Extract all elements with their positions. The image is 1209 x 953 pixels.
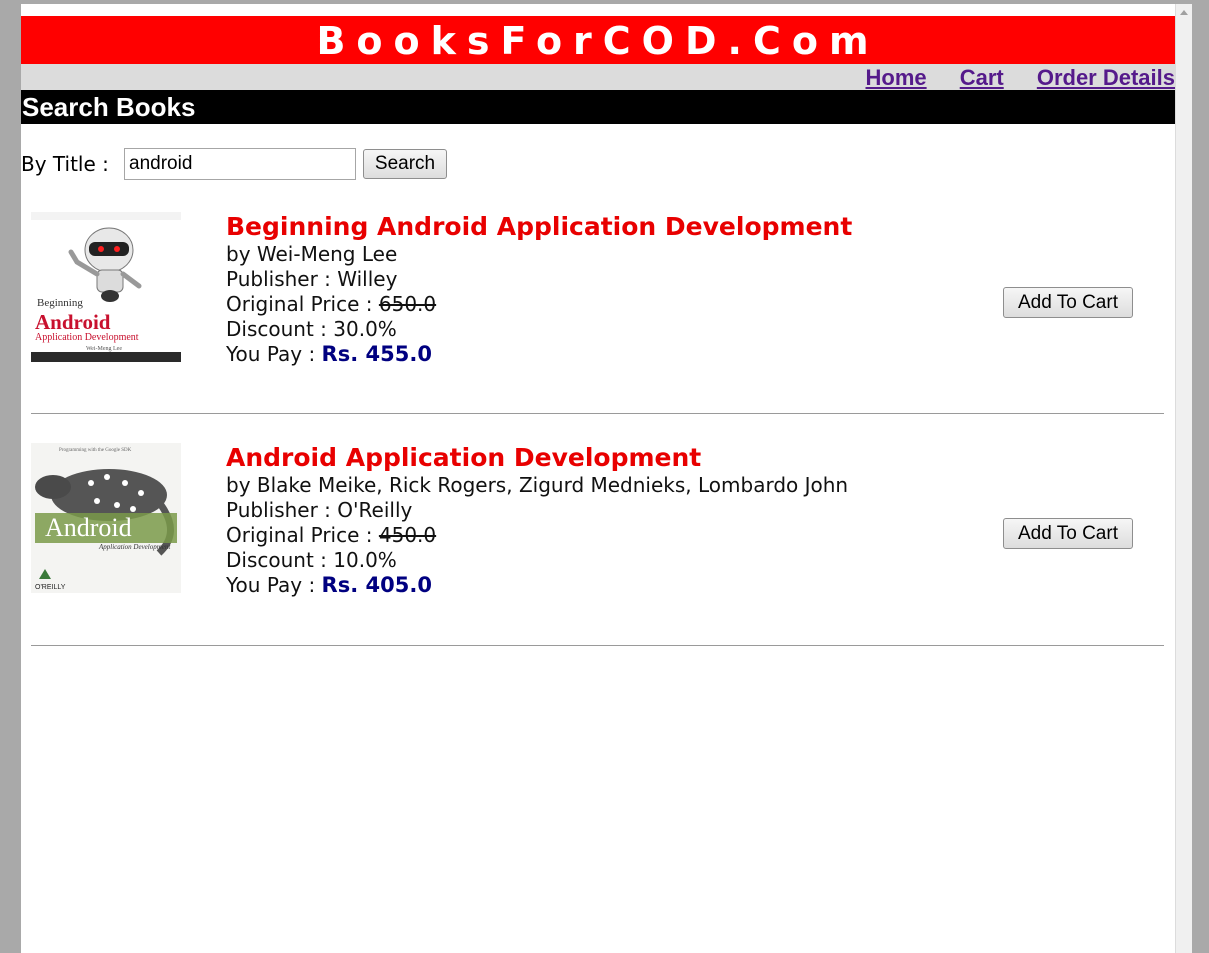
nav-bar: Home Cart Order Details (21, 64, 1175, 90)
cover-sub-text: Application Development (35, 332, 139, 343)
book-original-price: Original Price : 450.0 (226, 523, 437, 547)
book-title[interactable]: Android Application Development (226, 443, 848, 473)
cover-author-text: Wei-Meng Lee (86, 346, 122, 352)
search-input[interactable] (124, 148, 356, 180)
section-title: Search Books (21, 90, 1175, 124)
book-cover-art: Beginning Android Application Developmen… (31, 212, 181, 362)
book-discount: Discount : 30.0% (226, 317, 397, 341)
book-cover-image[interactable]: Beginning Android Application Developmen… (31, 212, 181, 362)
book-author: by Wei-Meng Lee (226, 242, 398, 266)
site-banner: BooksForCOD.Com (21, 16, 1175, 64)
book-item: Beginning Android Application Developmen… (31, 212, 1164, 412)
book-publisher: Publisher : O'Reilly (226, 498, 413, 522)
book-you-pay: You Pay : Rs. 455.0 (226, 342, 432, 366)
cover-main-text: Android (45, 513, 132, 542)
book-you-pay: You Pay : Rs. 405.0 (226, 573, 432, 597)
nav-order-details-link[interactable]: Order Details (1037, 64, 1175, 92)
book-discount: Discount : 10.0% (226, 548, 397, 572)
book-title[interactable]: Beginning Android Application Developmen… (226, 212, 852, 242)
book-author: by Blake Meike, Rick Rogers, Zigurd Medn… (226, 473, 849, 497)
book-cover-art: Programming with the Google SDK Android … (31, 443, 181, 593)
book-publisher: Publisher : Willey (226, 267, 398, 291)
pay-amount: Rs. 405.0 (321, 573, 432, 597)
divider (31, 413, 1164, 414)
original-price-value: 650.0 (378, 292, 437, 316)
page: BooksForCOD.Com Home Cart Order Details … (21, 4, 1175, 953)
cover-top-text: Programming with the Google SDK (59, 448, 132, 453)
book-info: Beginning Android Application Developmen… (226, 212, 852, 367)
scroll-up-arrow-icon[interactable] (1180, 10, 1188, 15)
divider (31, 645, 1164, 646)
search-label: By Title : (21, 152, 109, 176)
book-item: Programming with the Google SDK Android … (31, 443, 1164, 643)
add-to-cart-button[interactable]: Add To Cart (1003, 287, 1133, 318)
add-to-cart-button[interactable]: Add To Cart (1003, 518, 1133, 549)
book-original-price: Original Price : 650.0 (226, 292, 437, 316)
original-price-value: 450.0 (378, 523, 437, 547)
nav-cart-link[interactable]: Cart (960, 64, 1004, 92)
pay-amount: Rs. 455.0 (321, 342, 432, 366)
cover-main-text: Android (35, 310, 111, 334)
cover-author-text: O'REILLY (35, 584, 66, 591)
cover-top-text: Beginning (37, 297, 83, 309)
book-cover-image[interactable]: Programming with the Google SDK Android … (31, 443, 181, 593)
nav-home-link[interactable]: Home (866, 64, 927, 92)
book-info: Android Application Development by Blake… (226, 443, 848, 598)
cover-sub-text: Application Development (98, 543, 171, 551)
vertical-scrollbar[interactable] (1175, 4, 1192, 953)
search-button[interactable]: Search (363, 149, 447, 179)
window-right-edge (1192, 4, 1209, 953)
